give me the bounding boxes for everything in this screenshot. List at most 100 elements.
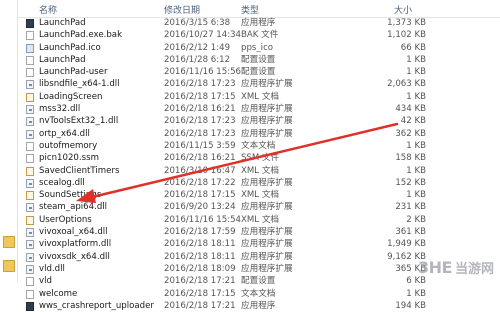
file-name: mss32.dll [39, 104, 81, 115]
file-type: 配置设置 [241, 67, 276, 78]
config-file-icon [26, 68, 34, 78]
folder-icon[interactable] [3, 260, 15, 272]
file-type: 配置设置 [241, 276, 276, 287]
dll-file-icon [26, 80, 34, 90]
folder-icon[interactable] [3, 236, 15, 248]
file-type: 应用程序 [241, 18, 276, 28]
file-name: libsndfile_x64-1.dll [39, 79, 120, 90]
file-row[interactable]: wws_crashreport_uploader 2016/2/18 17:21 应… [18, 300, 500, 312]
file-name: nvToolsExt32_1.dll [39, 116, 119, 127]
file-row[interactable]: welcome 2016/2/18 17:15 文本文档 1 KB [18, 288, 500, 300]
watermark-site: 当游网 [454, 261, 494, 277]
file-size: 1,102 KB [387, 30, 426, 41]
xml-file-icon [26, 215, 34, 225]
file-row[interactable]: mss32.dll 2016/2/18 16:21 应用程序扩展 434 KB [18, 103, 500, 115]
file-size: 1,949 KB [387, 239, 426, 250]
file-size: 152 KB [395, 177, 426, 188]
file-row[interactable]: UserOptions 2016/11/16 15:54 XML 文档 2 KB [18, 214, 500, 226]
file-name: scealog.dll [39, 177, 85, 188]
file-date: 2016/2/18 18:11 [164, 239, 236, 250]
image-file-icon [26, 43, 34, 53]
column-header-date[interactable]: 修改日期 [164, 3, 200, 16]
file-name: LaunchPad-user [39, 67, 108, 78]
file-name: outofmemory [39, 140, 98, 151]
column-header: 名称 修改日期 类型 大小 [18, 0, 500, 18]
file-date: 2016/3/10 16:47 [164, 165, 236, 176]
file-name: LaunchPad.ico [39, 42, 101, 53]
file-date: 2016/2/18 17:21 [164, 276, 236, 287]
file-row[interactable]: LaunchPad 2016/1/28 6:12 配置设置 1 KB [18, 54, 500, 66]
file-type: pps_ico [241, 42, 274, 53]
file-row[interactable]: SoundSettings 2016/2/18 17:15 XML 文档 1 KB [18, 189, 500, 201]
file-type: XML 文档 [241, 165, 280, 176]
file-date: 2016/3/15 6:38 [164, 18, 231, 28]
xml-file-icon [26, 191, 34, 201]
file-date: 2016/2/18 17:23 [164, 116, 236, 127]
xml-file-icon [26, 92, 34, 102]
file-date: 2016/2/18 17:15 [164, 288, 236, 299]
file-name: vld [39, 276, 52, 287]
dll-file-icon [26, 203, 34, 213]
file-row[interactable]: vivoxplatform.dll 2016/2/18 18:11 应用程序扩展 1,… [18, 238, 500, 250]
file-row[interactable]: LaunchPad-user 2016/11/16 15:56 配置设置 1 KB [18, 66, 500, 78]
file-size: 158 KB [395, 153, 426, 164]
file-size: 1 KB [406, 54, 426, 65]
file-type: 应用程序扩展 [241, 239, 293, 250]
file-row[interactable]: nvToolsExt32_1.dll 2016/2/18 17:23 应用程序扩展 4… [18, 115, 500, 127]
column-header-type[interactable]: 类型 [241, 3, 259, 16]
file-size: 66 KB [400, 42, 426, 53]
file-row[interactable]: vivoxoal_x64.dll 2016/2/18 17:59 应用程序扩展 361… [18, 226, 500, 238]
file-row[interactable]: ortp_x64.dll 2016/2/18 17:23 应用程序扩展 362 KB [18, 128, 500, 140]
file-size: 231 KB [395, 202, 426, 213]
file-row[interactable]: SavedClientTimers 2016/3/10 16:47 XML 文档 1 … [18, 165, 500, 177]
file-date: 2016/2/18 18:11 [164, 251, 236, 262]
file-type: XML 文档 [241, 190, 280, 201]
dll-file-icon [26, 252, 34, 262]
file-name: LaunchPad.exe.bak [39, 30, 123, 41]
file-date: 2016/2/18 16:21 [164, 104, 236, 115]
file-size: 1 KB [406, 91, 426, 102]
file-size: 1,373 KB [387, 18, 426, 28]
ssm-file-icon [26, 154, 34, 164]
file-size: 42 KB [400, 116, 426, 127]
file-name: LoadingScreen [39, 91, 103, 102]
file-size: 1 KB [406, 288, 426, 299]
file-row[interactable]: LoadingScreen 2016/2/18 17:15 XML 文档 1 KB [18, 91, 500, 103]
dll-file-icon [26, 129, 34, 139]
file-size: 361 KB [395, 227, 426, 238]
dll-file-icon [26, 264, 34, 274]
file-date: 2016/2/18 17:59 [164, 227, 236, 238]
file-size: 434 KB [395, 104, 426, 115]
file-name: welcome [39, 288, 78, 299]
file-date: 2016/10/27 14:34 [164, 30, 242, 41]
file-type: 应用程序扩展 [241, 104, 293, 115]
config-file-icon [26, 55, 34, 65]
file-row[interactable]: LaunchPad 2016/3/15 6:38 应用程序 1,373 KB [18, 17, 500, 29]
file-row[interactable]: LaunchPad.exe.bak 2016/10/27 14:34 BAK 文件 1… [18, 29, 500, 41]
file-date: 2016/2/18 18:09 [164, 263, 236, 274]
file-row[interactable]: picn1020.ssm 2016/2/18 16:21 SSM 文件 158 KB [18, 152, 500, 164]
file-type: 应用程序扩展 [241, 79, 293, 90]
file-name: SavedClientTimers [39, 165, 120, 176]
file-date: 2016/2/18 17:23 [164, 128, 236, 139]
file-size: 2,063 KB [387, 79, 426, 90]
file-date: 2016/11/16 15:54 [164, 214, 242, 225]
file-size: 1 KB [406, 67, 426, 78]
file-type: 应用程序扩展 [241, 177, 293, 188]
file-name: UserOptions [39, 214, 92, 225]
column-header-size[interactable]: 大小 [394, 3, 412, 16]
file-row[interactable]: LaunchPad.ico 2016/2/12 1:49 pps_ico 66 KB [18, 42, 500, 54]
dll-file-icon [26, 105, 34, 115]
file-row[interactable]: steam_api64.dll 2016/9/20 13:24 应用程序扩展 231 … [18, 201, 500, 213]
navigation-pane [0, 0, 18, 282]
file-name: vld.dll [39, 263, 65, 274]
column-header-name[interactable]: 名称 [39, 3, 57, 16]
file-name: picn1020.ssm [39, 153, 99, 164]
file-row[interactable]: scealog.dll 2016/2/18 17:22 应用程序扩展 152 KB [18, 177, 500, 189]
file-date: 2016/11/15 3:59 [164, 140, 236, 151]
file-row[interactable]: libsndfile_x64-1.dll 2016/2/18 17:23 应用程序扩… [18, 78, 500, 90]
file-row[interactable]: outofmemory 2016/11/15 3:59 文本文档 1 KB [18, 140, 500, 152]
file-size: 2 KB [406, 214, 426, 225]
file-name: vivoxplatform.dll [39, 239, 112, 250]
file-date: 2016/11/16 15:56 [164, 67, 242, 78]
